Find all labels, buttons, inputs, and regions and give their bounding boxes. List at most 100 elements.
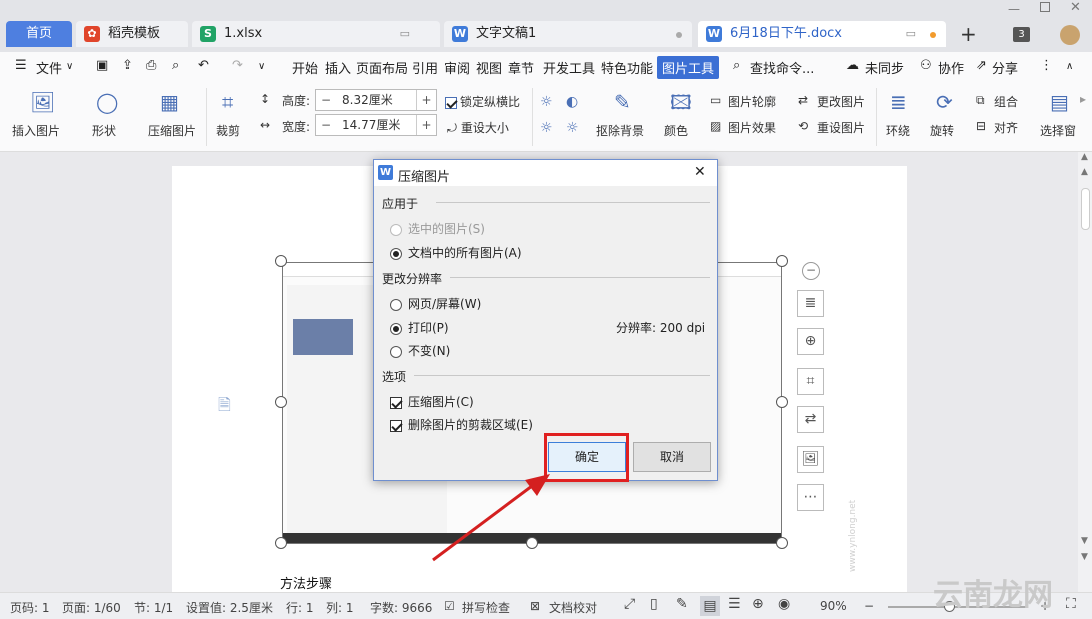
- wrap-button[interactable]: 环绕: [886, 122, 910, 139]
- plus-icon[interactable]: +: [416, 115, 436, 135]
- proofread-button[interactable]: 文档校对: [549, 599, 597, 616]
- collab-button[interactable]: 协作: [938, 58, 964, 77]
- tab-docx[interactable]: W 6月18日下午.docx ▭: [698, 21, 946, 47]
- eye-protect-icon[interactable]: ◉: [778, 596, 790, 612]
- resize-handle[interactable]: [776, 255, 788, 267]
- pen-icon[interactable]: ✎: [676, 596, 688, 612]
- scroll-right-icon[interactable]: ▸: [1080, 92, 1086, 106]
- menu-start[interactable]: 开始: [292, 58, 318, 77]
- more-icon[interactable]: ⋮: [1040, 58, 1053, 73]
- reset-picture-button[interactable]: 重设图片: [817, 119, 865, 136]
- menu-reference[interactable]: 引用: [412, 58, 438, 77]
- sync-status[interactable]: 未同步: [865, 58, 904, 77]
- window-count-badge[interactable]: 3: [1013, 27, 1030, 42]
- resize-handle[interactable]: [275, 255, 287, 267]
- menu-developer[interactable]: 开发工具: [543, 58, 595, 77]
- picture-outline-button[interactable]: 图片轮廓: [728, 93, 776, 110]
- print-icon[interactable]: ⎙: [146, 58, 156, 73]
- resize-handle[interactable]: [275, 396, 287, 408]
- convert-picture-icon[interactable]: ⇄: [797, 406, 824, 433]
- lock-ratio-checkbox[interactable]: 锁定纵横比: [445, 93, 520, 110]
- menu-features[interactable]: 特色功能: [601, 58, 653, 77]
- tab-home[interactable]: 首页: [6, 21, 72, 47]
- page-view-icon[interactable]: ▤: [700, 596, 720, 616]
- vertical-scrollbar[interactable]: ▲ ▲ ▼ ▼: [1078, 152, 1092, 592]
- zoom-in-icon[interactable]: ⊕: [797, 328, 824, 355]
- align-button[interactable]: 对齐: [994, 119, 1018, 136]
- tab-daoke[interactable]: ✿ 稻壳模板: [76, 21, 188, 47]
- wrap-layout-icon[interactable]: ≣: [797, 290, 824, 317]
- pin-icon[interactable]: ▭: [400, 21, 410, 47]
- scroll-up-page-icon[interactable]: ▲: [1081, 167, 1088, 177]
- brightness-down-icon[interactable]: ◐: [566, 92, 578, 112]
- search-icon[interactable]: ⌕: [733, 58, 740, 73]
- crop-tool-icon[interactable]: ⌗: [797, 368, 824, 395]
- reset-size-button[interactable]: ⤾ 重设大小: [447, 119, 509, 136]
- scroll-down-icon[interactable]: ▼: [1081, 552, 1088, 562]
- more-options-icon[interactable]: ⋯: [797, 484, 824, 511]
- tab-xlsx[interactable]: S 1.xlsx ▭: [192, 21, 440, 47]
- share-button[interactable]: 分享: [992, 58, 1018, 77]
- web-view-icon[interactable]: ⊕: [752, 596, 764, 612]
- picture-edit-icon[interactable]: 🖼: [797, 446, 824, 473]
- chevron-down-icon[interactable]: ∨: [66, 61, 73, 72]
- setting-value[interactable]: 设置值: 2.5厘米: [186, 599, 273, 616]
- zoom-out-icon[interactable]: −: [864, 599, 874, 613]
- fit-window-icon[interactable]: ⛶: [1066, 596, 1076, 612]
- maximize-icon[interactable]: [1040, 2, 1050, 12]
- menu-chapter[interactable]: 章节: [508, 58, 534, 77]
- new-tab-button[interactable]: +: [960, 22, 977, 46]
- minimize-icon[interactable]: —: [1008, 2, 1020, 16]
- resize-handle[interactable]: [776, 396, 788, 408]
- scroll-up-icon[interactable]: ▲: [1081, 152, 1088, 162]
- word-count[interactable]: 字数: 9666: [370, 599, 432, 616]
- preview-icon[interactable]: ⌕: [172, 58, 179, 73]
- remove-background-button[interactable]: 抠除背景: [596, 122, 644, 139]
- compress-picture-checkbox[interactable]: 压缩图片(C): [390, 393, 474, 410]
- menu-file[interactable]: 文件: [36, 58, 62, 77]
- paragraph-handle-icon[interactable]: 🗎: [218, 394, 231, 421]
- menu-picture-tools[interactable]: 图片工具: [657, 56, 720, 79]
- read-mode-icon[interactable]: ▯: [650, 596, 658, 612]
- resolution-print-radio[interactable]: 打印(P): [390, 319, 449, 336]
- avatar[interactable]: [1060, 25, 1080, 45]
- minus-icon[interactable]: −: [316, 90, 336, 110]
- close-window-icon[interactable]: ✕: [1070, 0, 1081, 15]
- menu-insert[interactable]: 插入: [325, 58, 351, 77]
- menu-view[interactable]: 视图: [476, 58, 502, 77]
- change-picture-button[interactable]: 更改图片: [817, 93, 865, 110]
- apply-all-radio[interactable]: 文档中的所有图片(A): [390, 244, 522, 261]
- shape-button[interactable]: 形状: [92, 122, 116, 139]
- zoom-level[interactable]: 90%: [820, 599, 847, 613]
- more-chevron-icon[interactable]: ∨: [258, 61, 265, 72]
- resolution-web-radio[interactable]: 网页/屏幕(W): [390, 295, 481, 312]
- menu-review[interactable]: 审阅: [444, 58, 470, 77]
- column-number[interactable]: 列: 1: [326, 599, 354, 616]
- cancel-button[interactable]: 取消: [633, 442, 711, 472]
- undo-icon[interactable]: ↶: [198, 58, 209, 73]
- rotate-button[interactable]: 旋转: [930, 122, 954, 139]
- collapse-ribbon-icon[interactable]: ∧: [1066, 61, 1073, 72]
- height-input[interactable]: − 8.32厘米 +: [315, 89, 437, 111]
- menu-layout[interactable]: 页面布局: [356, 58, 408, 77]
- delete-crop-area-checkbox[interactable]: 删除图片的剪裁区域(E): [390, 416, 533, 433]
- spell-check-button[interactable]: 拼写检查: [462, 599, 510, 616]
- group-button[interactable]: 组合: [994, 93, 1018, 110]
- scrollbar-thumb[interactable]: [1081, 188, 1090, 230]
- page-number[interactable]: 页码: 1: [10, 599, 50, 616]
- fullscreen-icon[interactable]: ⤢: [624, 596, 635, 612]
- save-icon[interactable]: ▣: [96, 58, 108, 73]
- plus-icon[interactable]: +: [416, 90, 436, 110]
- contrast-down-icon[interactable]: ☼: [566, 118, 579, 138]
- resize-handle[interactable]: [776, 537, 788, 549]
- color-button[interactable]: 颜色: [664, 122, 688, 139]
- width-input[interactable]: − 14.77厘米 +: [315, 114, 437, 136]
- pin-icon[interactable]: ▭: [906, 21, 916, 47]
- selection-pane-button[interactable]: 选择窗: [1040, 122, 1076, 139]
- row-number[interactable]: 行: 1: [286, 599, 314, 616]
- tab-wenzi[interactable]: W 文字文稿1: [444, 21, 692, 47]
- collapse-toolbar-icon[interactable]: −: [802, 262, 820, 280]
- crop-button[interactable]: 裁剪: [216, 122, 240, 139]
- resize-handle[interactable]: [275, 537, 287, 549]
- outline-view-icon[interactable]: ☰: [728, 596, 741, 612]
